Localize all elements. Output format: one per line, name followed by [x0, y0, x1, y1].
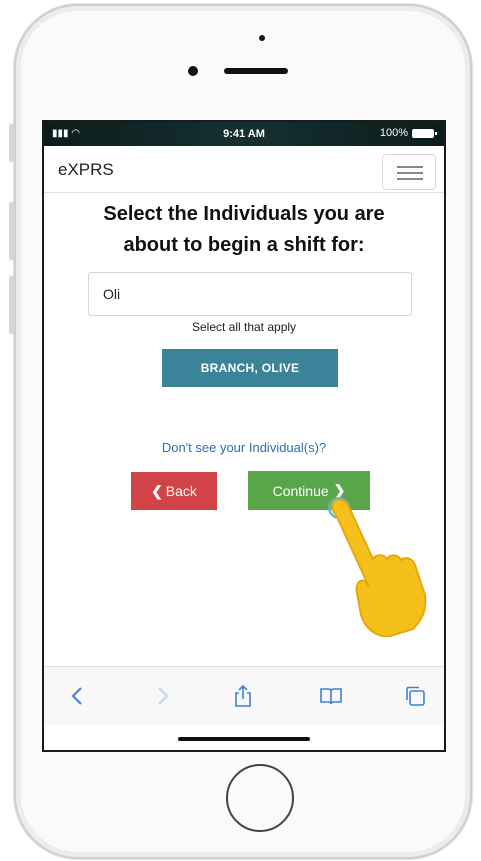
forward-arrow-icon[interactable] — [148, 681, 178, 711]
battery-icon — [412, 128, 437, 138]
share-icon[interactable] — [228, 681, 258, 711]
selected-individual-tag[interactable]: BRANCH, OLIVE — [162, 349, 338, 387]
tabs-icon[interactable] — [400, 681, 430, 711]
earpiece-speaker — [224, 68, 288, 74]
front-camera — [188, 66, 198, 76]
pointing-hand-icon — [331, 498, 427, 637]
back-button[interactable]: ❮ Back — [131, 472, 217, 510]
phone-screen: ▮▮▮ ◠ 9:41 AM 100% eXPRS Select the Indi… — [42, 120, 446, 752]
chevron-left-icon: ❮ — [151, 482, 163, 499]
back-arrow-icon[interactable] — [62, 681, 92, 711]
battery-percent: 100% — [379, 127, 408, 139]
battery-indicator: 100% — [379, 127, 437, 139]
brand-title[interactable]: eXPRS — [58, 160, 114, 180]
page-title-line2: about to begin a shift for: — [123, 234, 365, 256]
back-button-label: Back — [165, 483, 197, 499]
sensor-dot — [259, 35, 265, 41]
page-title: Select the Individuals you are about to … — [44, 199, 444, 261]
bookmarks-icon[interactable] — [316, 681, 346, 711]
hamburger-menu-icon[interactable] — [382, 154, 436, 190]
page-title-line1: Select the Individuals you are — [103, 203, 385, 225]
select-hint: Select all that apply — [191, 320, 297, 334]
volume-down-button — [9, 276, 14, 334]
home-button[interactable] — [226, 764, 294, 832]
browser-toolbar — [44, 666, 444, 725]
continue-button-label: Continue — [272, 482, 329, 499]
home-indicator — [178, 737, 310, 741]
status-bar: ▮▮▮ ◠ 9:41 AM 100% — [44, 122, 444, 146]
missing-individual-link[interactable]: Don't see your Individual(s)? — [44, 440, 444, 455]
individual-search-input[interactable] — [88, 272, 412, 316]
navbar: eXPRS — [44, 146, 444, 193]
volume-up-button — [9, 202, 14, 260]
side-button — [9, 124, 14, 162]
